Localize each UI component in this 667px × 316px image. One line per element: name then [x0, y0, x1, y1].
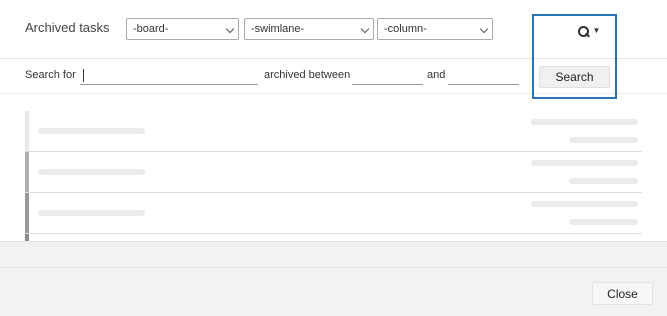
placeholder-meta-secondary	[569, 219, 638, 225]
results-divider	[0, 93, 667, 94]
dialog-header: Archived tasks -board- -swimlane- -colum…	[0, 0, 667, 58]
placeholder-title	[38, 128, 145, 134]
archived-from-input[interactable]	[352, 65, 423, 85]
search-query-input[interactable]	[80, 65, 258, 85]
archived-tasks-dialog: Archived tasks -board- -swimlane- -colum…	[0, 0, 667, 316]
close-button[interactable]: Close	[592, 282, 653, 305]
chevron-down-icon	[360, 24, 370, 34]
placeholder-meta	[531, 119, 638, 125]
row-color-bar	[25, 111, 29, 151]
search-for-label: Search for	[25, 69, 76, 81]
placeholder-meta-secondary	[569, 137, 638, 143]
column-select-value: -column-	[384, 23, 427, 35]
placeholder-title	[38, 169, 145, 175]
footer-divider	[0, 267, 667, 268]
caret-down-icon: ▼	[592, 26, 601, 35]
board-select[interactable]: -board-	[126, 18, 239, 40]
swimlane-select-value: -swimlane-	[251, 23, 305, 35]
list-item-placeholder	[25, 193, 642, 234]
row-color-bar	[25, 152, 29, 192]
placeholder-title	[38, 210, 145, 216]
row-color-bar	[25, 234, 29, 241]
text-cursor	[83, 69, 84, 82]
chevron-down-icon	[479, 24, 489, 34]
results-list	[25, 111, 642, 241]
dialog-footer: Close	[0, 241, 667, 316]
archived-between-label: archived between	[264, 69, 351, 81]
chevron-down-icon	[225, 24, 235, 34]
board-select-value: -board-	[133, 23, 169, 35]
dialog-title: Archived tasks	[25, 20, 110, 35]
swimlane-select[interactable]: -swimlane-	[244, 18, 374, 40]
placeholder-meta-secondary	[569, 178, 638, 184]
and-label: and	[427, 69, 446, 81]
placeholder-meta	[531, 201, 638, 207]
search-icon	[577, 25, 589, 37]
row-color-bar	[25, 193, 29, 233]
list-item-placeholder	[25, 111, 642, 152]
placeholder-meta	[531, 160, 638, 166]
archived-to-input[interactable]	[448, 65, 519, 85]
list-item-placeholder	[25, 152, 642, 193]
search-button[interactable]: Search	[539, 66, 610, 88]
search-toggle-button[interactable]: ▼	[572, 22, 606, 40]
column-select[interactable]: -column-	[377, 18, 493, 40]
list-item-placeholder	[25, 234, 642, 241]
